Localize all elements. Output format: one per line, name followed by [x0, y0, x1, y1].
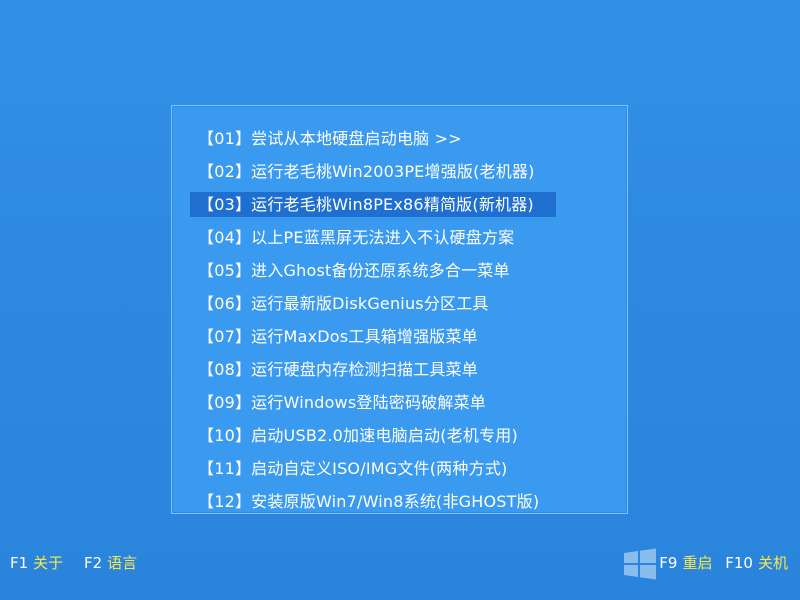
about-label: 关于 [33, 554, 64, 572]
footer-right-hints: F9 重启 F10 关机 [651, 552, 788, 574]
f9-restart-hint[interactable]: F9 重启 [659, 552, 712, 574]
menu-item-05[interactable]: 【05】进入Ghost备份还原系统多合一菜单 [190, 258, 532, 283]
menu-item-09[interactable]: 【09】运行Windows登陆密码破解菜单 [190, 390, 508, 415]
f10-shutdown-hint[interactable]: F10 关机 [725, 552, 788, 574]
f1-key: F1 [10, 554, 29, 572]
menu-item-03-selected[interactable]: 【03】运行老毛桃Win8PEx86精简版(新机器) [190, 192, 556, 217]
boot-menu-panel: 【01】尝试从本地硬盘启动电脑 >> 【02】运行老毛桃Win2003PE增强版… [171, 105, 628, 514]
f9-key: F9 [659, 554, 678, 572]
menu-item-12[interactable]: 【12】安装原版Win7/Win8系统(非GHOST版) [190, 489, 561, 514]
restart-label: 重启 [682, 554, 713, 572]
f2-language-hint[interactable]: F2 语言 [84, 552, 137, 574]
language-label: 语言 [107, 554, 138, 572]
menu-item-04[interactable]: 【04】以上PE蓝黑屏无法进入不认硬盘方案 [190, 225, 536, 250]
menu-item-07[interactable]: 【07】运行MaxDos工具箱增强版菜单 [190, 324, 500, 349]
menu-item-10[interactable]: 【10】启动USB2.0加速电脑启动(老机专用) [190, 423, 540, 448]
shutdown-label: 关机 [757, 554, 788, 572]
menu-item-08[interactable]: 【08】运行硬盘内存检测扫描工具菜单 [190, 357, 500, 382]
f10-key: F10 [725, 554, 753, 572]
f1-about-hint[interactable]: F1 关于 [10, 552, 63, 574]
menu-item-01[interactable]: 【01】尝试从本地硬盘启动电脑 >> [190, 126, 484, 151]
f2-key: F2 [83, 554, 103, 572]
menu-item-11[interactable]: 【11】启动自定义ISO/IMG文件(两种方式) [190, 456, 529, 481]
menu-item-06[interactable]: 【06】运行最新版DiskGenius分区工具 [190, 291, 511, 316]
menu-item-02[interactable]: 【02】运行老毛桃Win2003PE增强版(老机器) [190, 159, 557, 184]
footer-left-hints: F1 关于 F2 语言 [10, 552, 153, 574]
